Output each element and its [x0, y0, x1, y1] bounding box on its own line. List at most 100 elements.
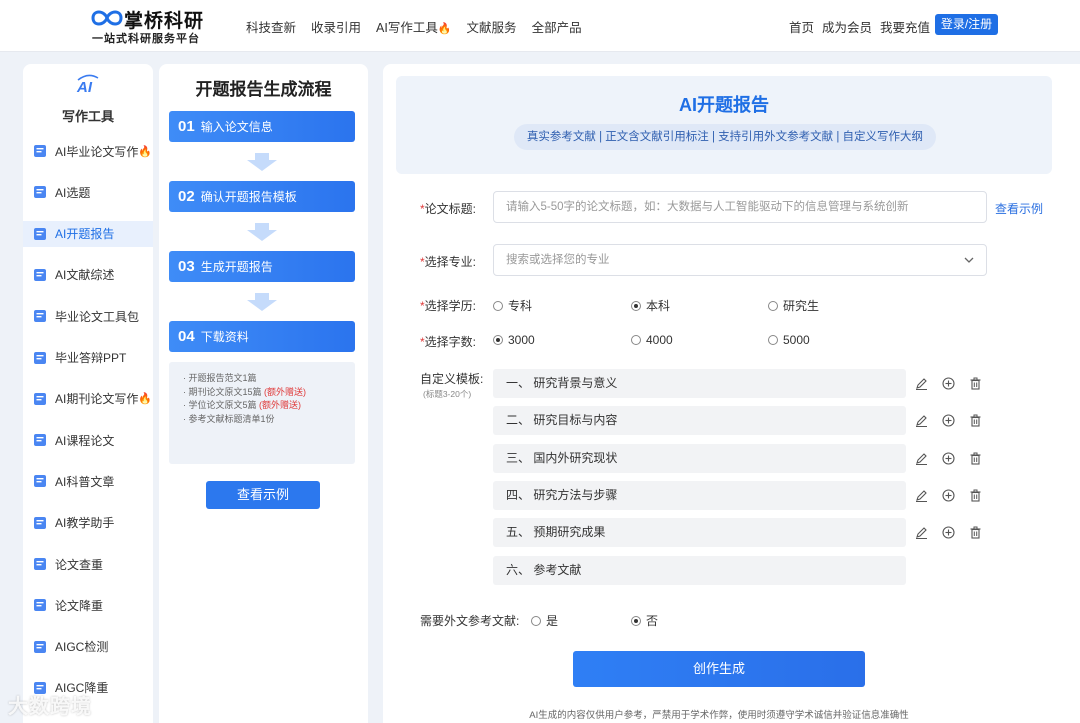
words-option-5000[interactable]: 5000 [768, 333, 810, 347]
add-circle-icon[interactable] [941, 376, 956, 391]
nav-item-home[interactable]: 首页 [789, 17, 814, 36]
sidebar-item[interactable]: AI毕业论文写作 🔥 [23, 138, 153, 164]
feature-tags: 真实参考文献 | 正文含文献引用标注 | 支持引用外文参考文献 | 自定义写作大… [514, 124, 936, 150]
step-number: 04 [178, 328, 195, 345]
sidebar-item[interactable]: 论文降重 [23, 592, 153, 618]
popsci-icon [33, 474, 47, 488]
foreign-option-no[interactable]: 否 [631, 612, 658, 629]
add-circle-icon[interactable] [941, 413, 956, 428]
report-form-panel: AI开题报告 真实参考文献 | 正文含文献引用标注 | 支持引用外文参考文献 |… [383, 64, 1080, 723]
add-circle-icon[interactable] [941, 488, 956, 503]
process-panel: 开题报告生成流程 01 输入论文信息 02 确认开题报告模板 03 生成开题报告 04… [159, 64, 368, 723]
radio-selected-icon [631, 615, 641, 626]
add-circle-icon[interactable] [941, 525, 956, 540]
radio-selected-icon [631, 300, 641, 311]
download-list: · 开题报告范文1篇 · 期刊论文原文15篇 (额外赠送) · 学位论文原文5篇… [169, 362, 355, 464]
words-label: *选择字数: [420, 335, 477, 349]
view-example-link[interactable]: 查看示例 [995, 200, 1043, 217]
nav-item-novelty[interactable]: 科技查新 [246, 17, 296, 36]
edit-icon[interactable] [914, 413, 929, 428]
degree-option-bachelor[interactable]: 本科 [631, 297, 670, 314]
trash-icon[interactable] [968, 488, 983, 503]
template-row[interactable]: 四、 研究方法与步骤 [493, 480, 906, 510]
sidebar-item[interactable]: AI期刊论文写作 🔥 [23, 386, 153, 412]
step-3: 03 生成开题报告 [169, 251, 355, 282]
foreign-option-yes[interactable]: 是 [531, 612, 558, 629]
degree-option-associate[interactable]: 专科 [493, 297, 532, 314]
trash-icon[interactable] [968, 413, 983, 428]
edit-icon[interactable] [914, 488, 929, 503]
radio-icon [631, 335, 641, 345]
words-option-4000[interactable]: 4000 [631, 333, 673, 347]
template-row[interactable]: 五、 预期研究成果 [493, 518, 906, 548]
nav-item-recharge[interactable]: 我要充值 [880, 17, 930, 36]
nav-item-citation[interactable]: 收录引用 [311, 17, 361, 36]
thesis-icon [33, 144, 47, 158]
review-icon [33, 268, 47, 282]
trash-icon[interactable] [968, 451, 983, 466]
radio-icon [493, 300, 503, 311]
sidebar-item-label: AI毕业论文写作 [55, 144, 139, 159]
major-select[interactable]: 搜索或选择您的专业 [493, 244, 987, 276]
template-row-actions [914, 413, 983, 428]
site-logo[interactable]: 掌桥科研 一站式科研服务平台 [90, 6, 220, 48]
view-sample-button[interactable]: 查看示例 [206, 481, 320, 509]
logo-infinity-icon [91, 10, 123, 26]
sidebar-item[interactable]: AI课程论文 [23, 427, 153, 453]
sidebar-item[interactable]: AI开题报告 [23, 220, 153, 247]
template-row[interactable]: 六、 参考文献 [493, 555, 906, 585]
add-circle-icon[interactable] [941, 451, 956, 466]
sidebar-item[interactable]: AI文献综述 [23, 262, 153, 288]
download-item: · 开题报告范文1篇 [183, 373, 257, 383]
logo-title: 掌桥科研 [124, 11, 205, 32]
major-label: *选择专业: [420, 255, 477, 269]
sidebar-item[interactable]: 毕业论文工具包 [23, 303, 153, 329]
chevron-down-icon [964, 257, 974, 263]
step-1: 01 输入论文信息 [169, 111, 355, 142]
nav-item-ai-tools[interactable]: AI写作工具🔥 [376, 17, 452, 36]
nav-item-all-products[interactable]: 全部产品 [532, 17, 582, 36]
reduce-icon [33, 598, 47, 612]
sidebar-item[interactable]: AI教学助手 [23, 510, 153, 536]
edit-icon[interactable] [914, 525, 929, 540]
process-title: 开题报告生成流程 [195, 80, 332, 99]
major-placeholder: 搜索或选择您的专业 [506, 254, 610, 266]
banner-title: AI开题报告 [679, 95, 769, 115]
degree-option-graduate[interactable]: 研究生 [768, 297, 819, 314]
tools-sidebar: AI 写作工具 AI毕业论文写作 🔥 AI选题 AI开题报告 AI文献综述 毕业论文工具包… [23, 64, 153, 723]
radio-selected-icon [493, 335, 503, 345]
template-row[interactable]: 三、 国内外研究现状 [493, 443, 906, 473]
words-option-3000[interactable]: 3000 [493, 333, 535, 347]
sidebar-item-label: AI科普文章 [55, 474, 115, 489]
nav-item-membership[interactable]: 成为会员 [822, 17, 872, 36]
check-icon [33, 557, 47, 571]
journal-icon [33, 392, 47, 406]
thesis-title-input[interactable]: 请输入5-50字的论文标题，如：大数据与人工智能驱动下的信息管理与系统创新 [493, 191, 987, 223]
down-arrow-icon [247, 293, 277, 311]
sidebar-item[interactable]: AIGC检测 [23, 634, 153, 660]
template-row[interactable]: 二、 研究目标与内容 [493, 406, 906, 436]
edit-icon[interactable] [914, 451, 929, 466]
sidebar-item-label: AI选题 [55, 185, 91, 200]
trash-icon[interactable] [968, 525, 983, 540]
nav-item-literature[interactable]: 文献服务 [467, 17, 517, 36]
sidebar-item-label: AI文献综述 [55, 268, 115, 283]
step-label: 生成开题报告 [200, 260, 273, 274]
generate-button[interactable]: 创作生成 [573, 651, 865, 687]
topic-icon [33, 185, 47, 199]
sidebar-item[interactable]: 毕业答辩PPT [23, 345, 153, 371]
ai-badge-icon: AI [74, 74, 102, 98]
sidebar-item-label: 论文查重 [55, 557, 104, 572]
aigc-detect-icon [33, 640, 47, 654]
down-arrow-icon [247, 223, 277, 241]
sidebar-item[interactable]: AI科普文章 [23, 468, 153, 494]
sidebar-item-label: AI期刊论文写作 [55, 392, 139, 407]
step-2: 02 确认开题报告模板 [169, 181, 355, 212]
template-row[interactable]: 一、 研究背景与意义 [493, 369, 906, 398]
login-button[interactable]: 登录/注册 [935, 14, 998, 35]
sidebar-item[interactable]: 论文查重 [23, 551, 153, 577]
trash-icon[interactable] [968, 376, 983, 391]
sidebar-item-label: AI教学助手 [55, 516, 115, 531]
sidebar-item[interactable]: AI选题 [23, 179, 153, 205]
edit-icon[interactable] [914, 376, 929, 391]
